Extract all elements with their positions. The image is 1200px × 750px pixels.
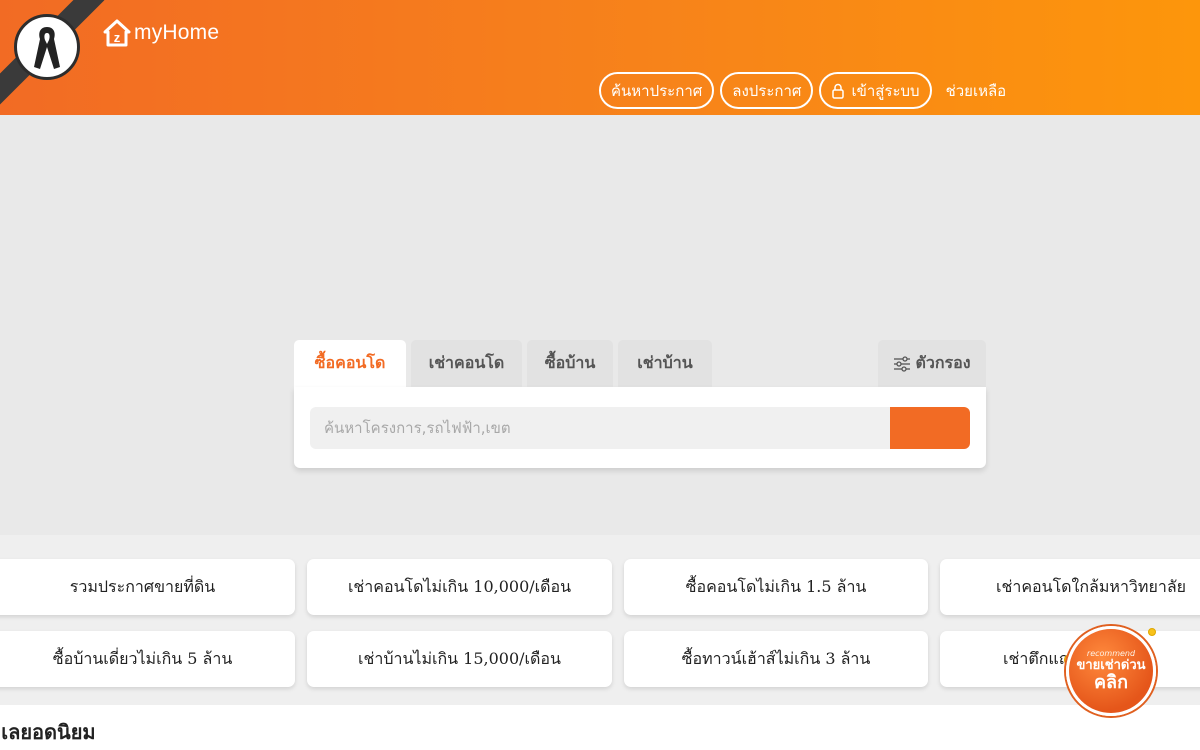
tab-buy-house[interactable]: ซื้อบ้าน	[527, 340, 613, 387]
help-link[interactable]: ช่วยเหลือ	[946, 79, 1007, 103]
tab-rent-condo[interactable]: เช่าคอนโด	[411, 340, 522, 387]
search-listings-label: ค้นหาประกาศ	[611, 81, 703, 100]
tab-rent-house[interactable]: เช่าบ้าน	[618, 340, 712, 387]
site-header: z myHome ค้นหาประกาศ ลงประกาศ เข้าสู่ระบ…	[0, 0, 1200, 115]
hero-banner	[0, 115, 1200, 535]
filter-label: ตัวกรอง	[915, 353, 971, 372]
post-listing-button[interactable]: ลงประกาศ	[720, 72, 814, 109]
coin-icon	[1148, 628, 1156, 636]
search-listings-button[interactable]: ค้นหาประกาศ	[599, 72, 715, 109]
search-tabs: ซื้อคอนโด เช่าคอนโด ซื้อบ้าน เช่าบ้าน	[294, 340, 717, 387]
quick-link[interactable]: ซื้อบ้านเดี่ยวไม่เกิน 5 ล้าน	[0, 631, 295, 687]
main-nav: ค้นหาประกาศ ลงประกาศ เข้าสู่ระบบ ช่วยเหล…	[599, 72, 1006, 109]
login-button[interactable]: เข้าสู่ระบบ	[819, 72, 932, 109]
post-listing-label: ลงประกาศ	[732, 81, 802, 100]
quick-link[interactable]: ซื้อคอนโดไม่เกิน 1.5 ล้าน	[624, 559, 928, 615]
login-label: เข้าสู่ระบบ	[851, 81, 920, 100]
promo-badge[interactable]: recommend ขายเช่าด่วน คลิก	[1064, 624, 1162, 716]
search-input[interactable]	[310, 407, 890, 449]
mourning-ribbon-icon	[14, 14, 80, 80]
promo-click-text: คลิก	[1094, 672, 1128, 693]
logo-initial: z	[114, 30, 121, 45]
lock-icon	[832, 83, 845, 99]
site-logo[interactable]: z myHome	[102, 18, 219, 48]
sliders-icon	[894, 355, 911, 372]
promo-circle: recommend ขายเช่าด่วน คลิก	[1066, 626, 1156, 716]
promo-main-text: ขายเช่าด่วน	[1076, 658, 1146, 673]
quick-link[interactable]: เช่าคอนโดไม่เกิน 10,000/เดือน	[307, 559, 612, 615]
home-logo-icon: z	[103, 19, 131, 47]
brand-name: myHome	[134, 21, 220, 44]
search-button[interactable]	[890, 407, 970, 449]
filter-button[interactable]: ตัวกรอง	[878, 340, 986, 387]
quick-link[interactable]: เช่าบ้านไม่เกิน 15,000/เดือน	[307, 631, 612, 687]
tab-buy-condo[interactable]: ซื้อคอนโด	[294, 340, 406, 387]
promo-small-text: recommend	[1086, 649, 1136, 658]
quick-link[interactable]: ซื้อทาวน์เฮ้าส์ไม่เกิน 3 ล้าน	[624, 631, 928, 687]
search-panel	[294, 387, 986, 468]
quick-link[interactable]: รวมประกาศขายที่ดิน	[0, 559, 295, 615]
section-title: าเลยอดนิยม	[0, 720, 96, 744]
quick-link[interactable]: เช่าคอนโดใกล้มหาวิทยาลัย	[940, 559, 1200, 615]
